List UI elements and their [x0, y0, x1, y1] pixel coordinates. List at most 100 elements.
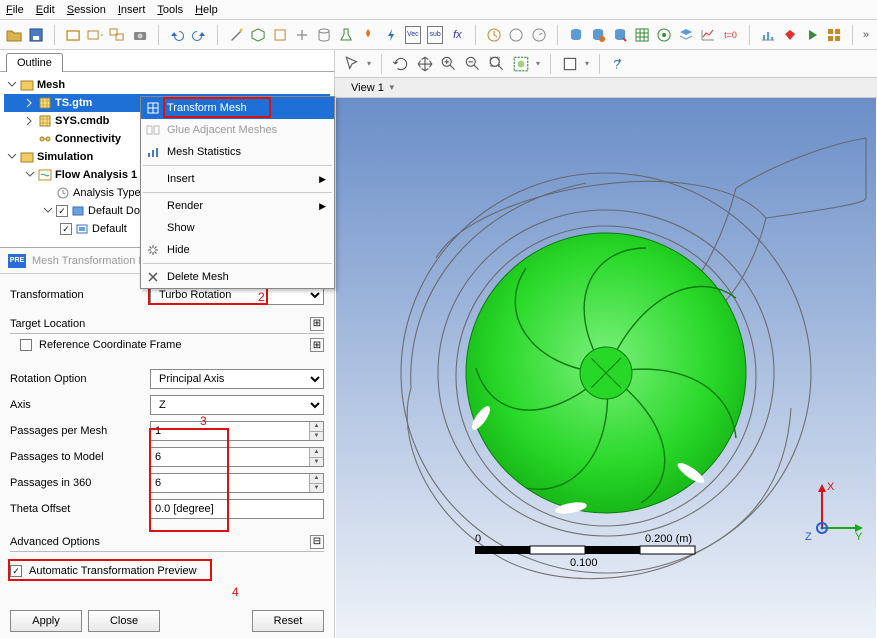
arrows-icon[interactable]: [294, 26, 310, 44]
ctx-hide[interactable]: Hide: [141, 239, 334, 261]
spinner-icon[interactable]: ▲▼: [309, 422, 323, 440]
twisty-icon[interactable]: [42, 205, 54, 217]
box-link-icon[interactable]: [109, 26, 125, 44]
undo-icon[interactable]: [169, 26, 185, 44]
zoom-box-icon[interactable]: [488, 55, 506, 73]
zoom-out-icon[interactable]: [464, 55, 482, 73]
ref-frame-label: Reference Coordinate Frame: [39, 339, 181, 351]
passages-to-model-input[interactable]: [150, 447, 324, 467]
render-mode-icon[interactable]: [561, 55, 579, 73]
twisty-icon[interactable]: [6, 79, 18, 91]
spinner-icon[interactable]: ▲▼: [309, 448, 323, 466]
ctx-delete-mesh[interactable]: Delete Mesh: [141, 266, 334, 288]
theta-offset-input[interactable]: [150, 499, 324, 519]
apply-button[interactable]: Apply: [10, 610, 82, 632]
box-plus-icon[interactable]: ＋: [87, 26, 103, 44]
grid2-icon[interactable]: [826, 26, 842, 44]
rotation-option-label: Rotation Option: [10, 373, 150, 385]
flame-icon[interactable]: [360, 26, 376, 44]
ruby-icon[interactable]: [782, 26, 798, 44]
tree-item-simulation[interactable]: Simulation: [37, 151, 93, 163]
checkbox-icon[interactable]: ✓: [56, 205, 68, 217]
menu-edit[interactable]: Edit: [36, 4, 55, 16]
clock-icon[interactable]: [486, 26, 502, 44]
checkbox-icon[interactable]: [20, 339, 32, 351]
toolbar-overflow[interactable]: »: [863, 29, 871, 41]
pan-icon[interactable]: [416, 55, 434, 73]
chevron-right-icon: ▶: [319, 174, 326, 185]
cylinder-icon[interactable]: [316, 26, 332, 44]
clock2-icon[interactable]: [508, 26, 524, 44]
checkbox-icon[interactable]: ✓: [10, 565, 22, 577]
close-button[interactable]: Close: [88, 610, 160, 632]
flask-icon[interactable]: [338, 26, 354, 44]
open-icon[interactable]: [6, 26, 22, 44]
checkbox-icon[interactable]: ✓: [60, 223, 72, 235]
box-icon[interactable]: [65, 26, 81, 44]
twisty-icon[interactable]: [6, 151, 18, 163]
play-icon[interactable]: [804, 26, 820, 44]
tree-item-default-boundary[interactable]: Default: [92, 223, 127, 235]
rotate-icon[interactable]: [392, 55, 410, 73]
help-icon[interactable]: ?: [610, 55, 628, 73]
auto-preview-label: Automatic Transformation Preview: [29, 565, 197, 577]
ctx-show[interactable]: Show: [141, 217, 334, 239]
db1-icon[interactable]: [568, 26, 584, 44]
view-tab-1[interactable]: View 1 ▼: [341, 80, 406, 96]
tree-item-ts[interactable]: TS.gtm: [55, 97, 92, 109]
t0-icon[interactable]: t=0: [722, 26, 738, 44]
layers-icon[interactable]: [678, 26, 694, 44]
chevron-down-icon[interactable]: ▼: [388, 83, 396, 92]
tab-outline[interactable]: Outline: [6, 53, 63, 72]
menu-session[interactable]: Session: [67, 4, 106, 16]
twisty-icon[interactable]: [24, 97, 36, 109]
camera-icon[interactable]: [132, 26, 148, 44]
bolt-icon[interactable]: [383, 26, 399, 44]
menu-file[interactable]: FFileile: [6, 4, 24, 16]
twisty-icon[interactable]: [24, 169, 36, 181]
zoom-in-icon[interactable]: [440, 55, 458, 73]
redo-icon[interactable]: [191, 26, 207, 44]
target-icon[interactable]: [656, 26, 672, 44]
cube-icon[interactable]: [250, 26, 266, 44]
db2-icon[interactable]: [590, 26, 606, 44]
sub-icon[interactable]: sub: [427, 26, 443, 44]
axis-select[interactable]: Z: [150, 395, 324, 415]
tree-item-sys[interactable]: SYS.cmdb: [55, 115, 109, 127]
rotation-option-select[interactable]: Principal Axis: [150, 369, 324, 389]
graph-icon[interactable]: [700, 26, 716, 44]
reset-button[interactable]: Reset: [252, 610, 324, 632]
expand-icon[interactable]: ⊟: [310, 535, 324, 549]
menu-insert[interactable]: Insert: [118, 4, 146, 16]
ctx-insert[interactable]: Insert▶: [141, 168, 334, 190]
vec-icon[interactable]: Vec: [405, 26, 421, 44]
tree-item-analysis-type[interactable]: Analysis Type: [73, 187, 141, 199]
select-icon[interactable]: [343, 55, 361, 73]
save-icon[interactable]: [28, 26, 44, 44]
clock3-icon[interactable]: [531, 26, 547, 44]
tree-item-connectivity[interactable]: Connectivity: [55, 133, 121, 145]
twisty-icon[interactable]: [24, 115, 36, 127]
menu-help[interactable]: Help: [195, 4, 218, 16]
ctx-render[interactable]: Render▶: [141, 195, 334, 217]
ctx-mesh-statistics[interactable]: Mesh Statistics: [141, 141, 334, 163]
db3-icon[interactable]: [612, 26, 628, 44]
fx-icon[interactable]: fx: [449, 26, 465, 44]
ctx-transform-mesh[interactable]: Transform Mesh: [141, 97, 334, 119]
tree-item-mesh[interactable]: Mesh: [37, 79, 65, 91]
menu-tools[interactable]: Tools: [157, 4, 183, 16]
clock-icon: [56, 186, 70, 200]
box2-icon[interactable]: [272, 26, 288, 44]
spinner-icon[interactable]: ▲▼: [309, 474, 323, 492]
fit-icon[interactable]: [512, 55, 530, 73]
wand-icon[interactable]: [228, 26, 244, 44]
mesh-icon[interactable]: [634, 26, 650, 44]
viewport-3d[interactable]: 0 0.200 (m) 0.100 X Y Z: [335, 98, 877, 638]
expand-icon[interactable]: ⊞: [310, 338, 324, 352]
chart-icon[interactable]: [760, 26, 776, 44]
tree-item-flow[interactable]: Flow Analysis 1: [55, 169, 137, 181]
passages-per-mesh-input[interactable]: [150, 421, 324, 441]
passages-in-360-input[interactable]: [150, 473, 324, 493]
outline-tab-strip: Outline: [0, 50, 334, 72]
expand-icon[interactable]: ⊞: [310, 317, 324, 331]
